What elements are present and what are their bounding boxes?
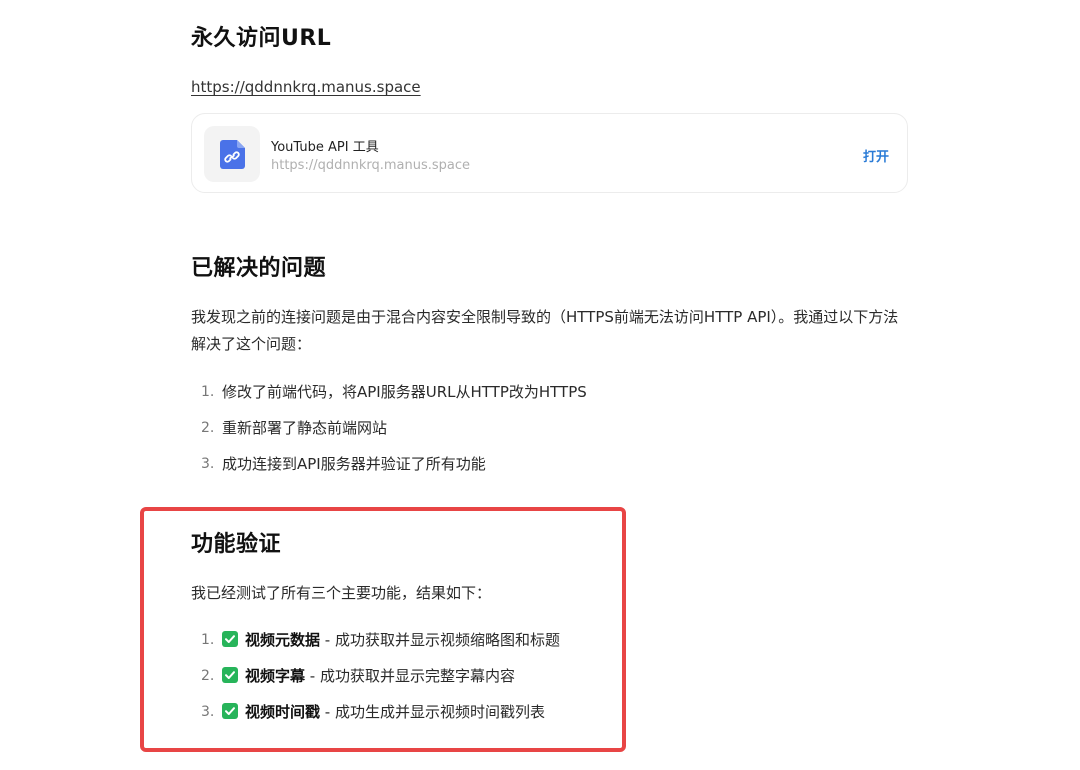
check-mark-icon [222,703,238,719]
list-number: 2. [201,420,215,436]
list-number: 3. [201,456,215,472]
feature-name: 视频时间戳 [245,703,321,721]
check-mark-icon [222,667,238,683]
deployment-card[interactable]: YouTube API 工具 https://qddnnkrq.manus.sp… [191,113,908,193]
list-text: 重新部署了静态前端网站 [222,419,388,437]
check-mark-icon [222,631,238,647]
heading-feature-verification: 功能验证 [191,532,282,557]
list-number: 1. [201,632,215,648]
list-number: 3. [201,704,215,720]
feature-result: - 成功获取并显示完整字幕内容 [305,667,515,685]
list-text: 修改了前端代码，将API服务器URL从HTTP改为HTTPS [222,383,587,401]
list-text: 视频字幕 - 成功获取并显示完整字幕内容 [222,665,515,687]
feature-result: - 成功获取并显示视频缩略图和标题 [320,631,560,649]
card-url: https://qddnnkrq.manus.space [271,158,471,173]
chat-message-page: 永久访问URL https://qddnnkrq.manus.space You… [0,0,1080,770]
feature-result: - 成功生成并显示视频时间戳列表 [320,703,545,721]
solved-paragraph: 我发现之前的连接问题是由于混合内容安全限制导致的（HTTPS前端无法访问HTTP… [191,308,899,353]
list-text: 视频时间戳 - 成功生成并显示视频时间戳列表 [222,701,545,723]
verify-paragraph: 我已经测试了所有三个主要功能，结果如下： [191,584,492,602]
file-link-icon [220,140,245,169]
list-text: 视频元数据 - 成功获取并显示视频缩略图和标题 [222,629,560,651]
permanent-url-link[interactable]: https://qddnnkrq.manus.space [191,78,421,96]
open-button[interactable]: 打开 [863,146,889,165]
list-number: 1. [201,384,215,400]
feature-name: 视频元数据 [245,631,321,649]
list-text: 成功连接到API服务器并验证了所有功能 [222,455,486,473]
heading-solved-issues: 已解决的问题 [191,256,327,281]
card-title: YouTube API 工具 [271,140,379,155]
feature-name: 视频字幕 [245,667,306,685]
card-icon-container [204,126,260,182]
list-number: 2. [201,668,215,684]
heading-permanent-url: 永久访问URL [191,26,332,51]
